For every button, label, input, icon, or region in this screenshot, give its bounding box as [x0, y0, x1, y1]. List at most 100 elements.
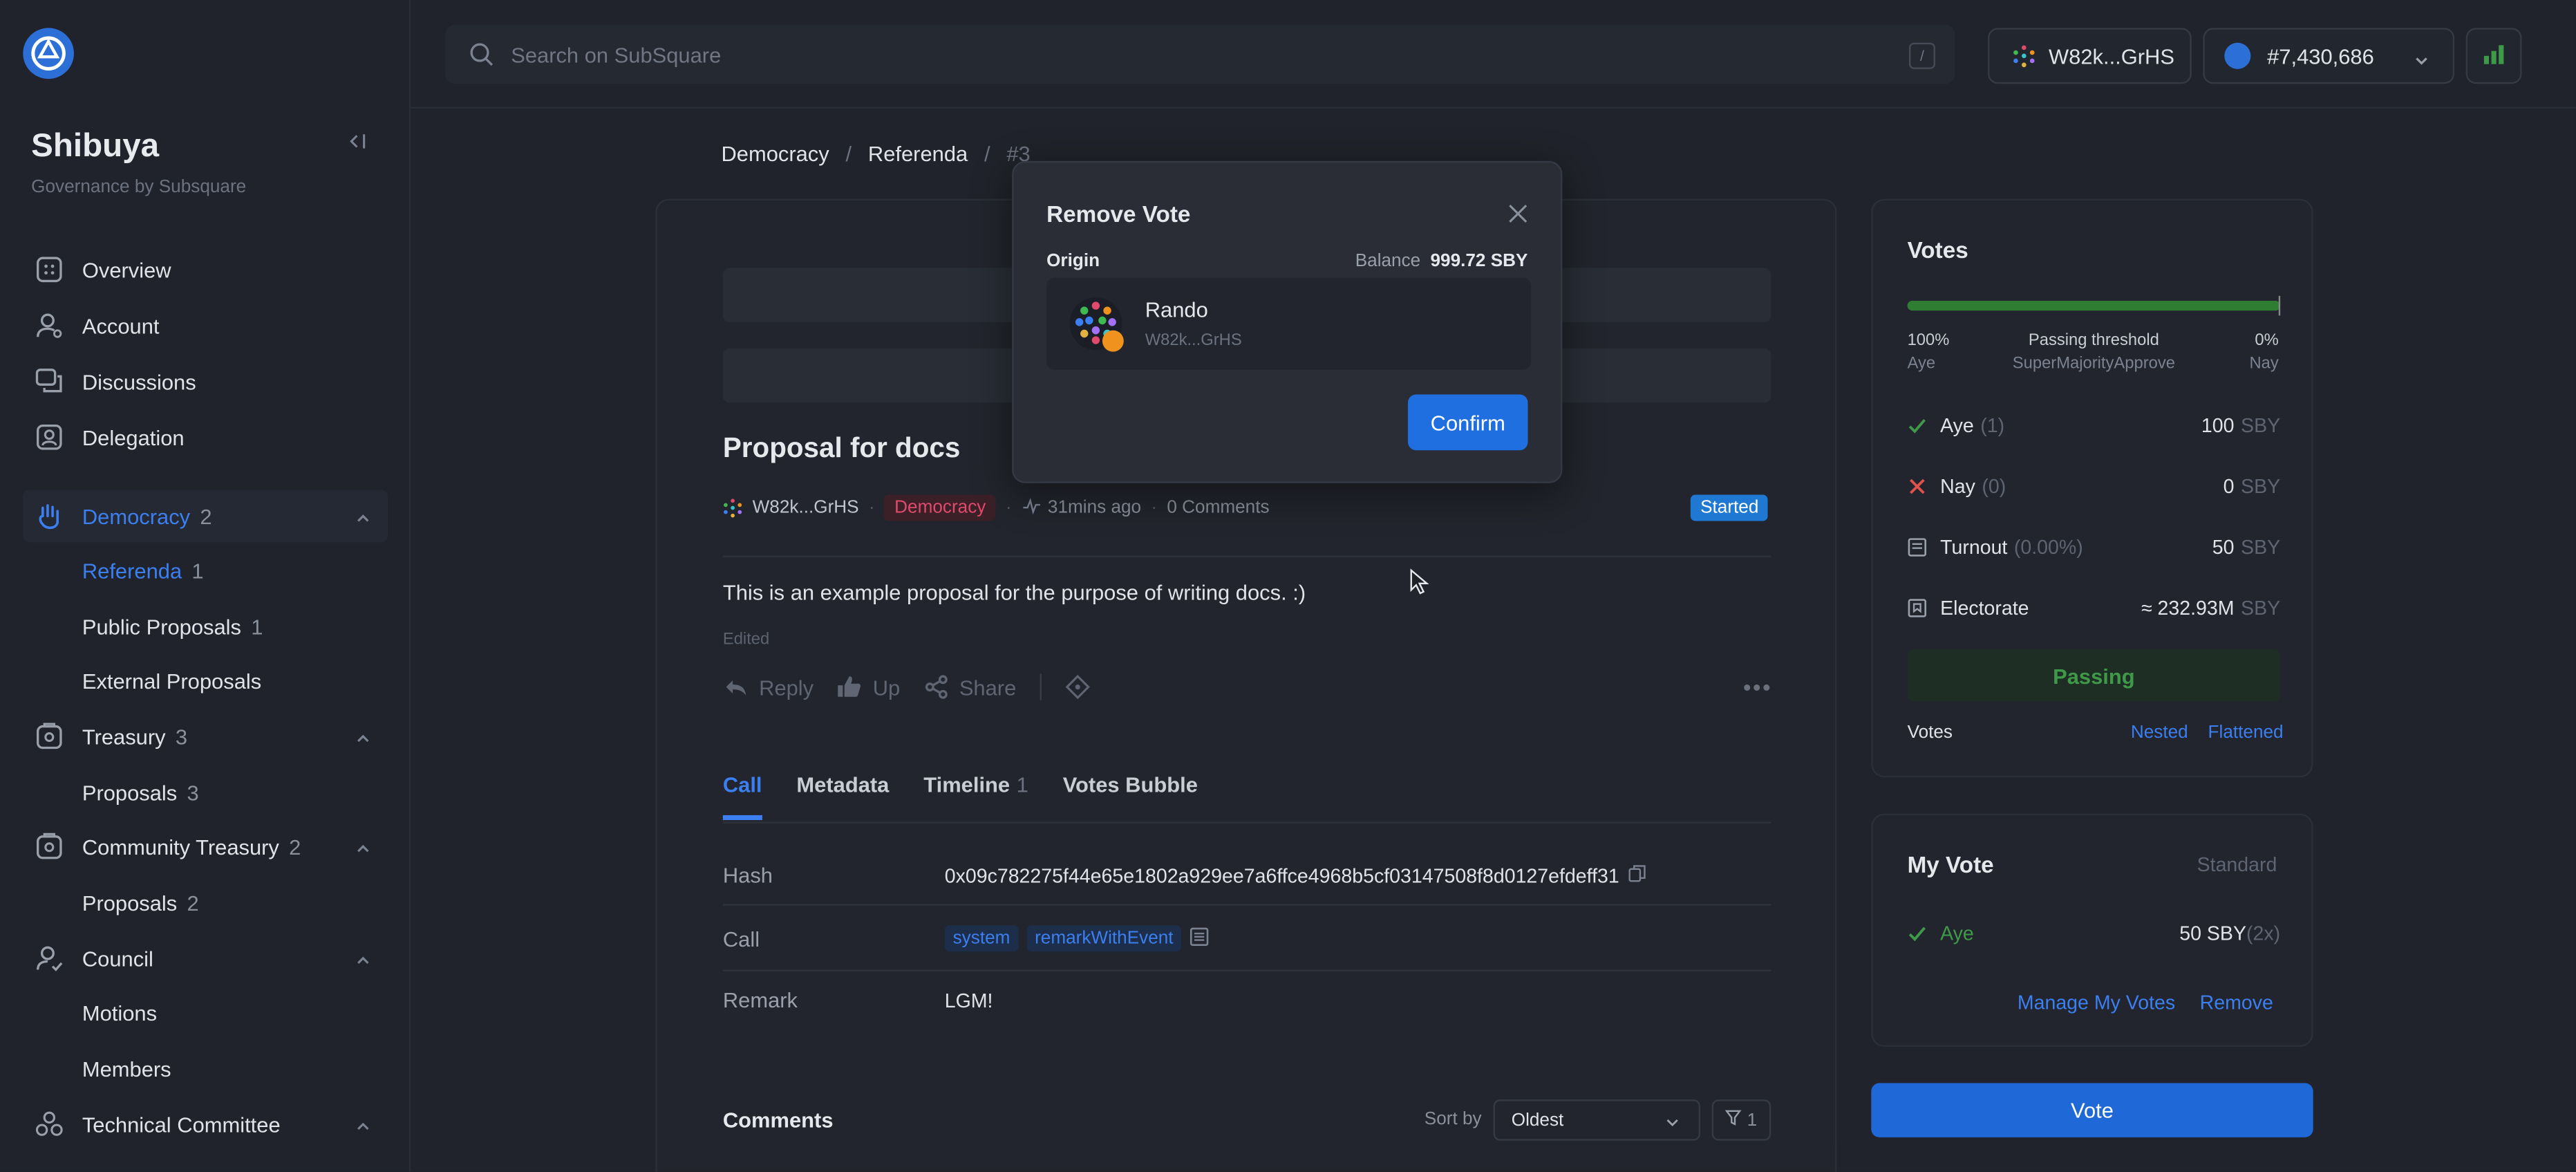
nav-count: 3: [175, 724, 188, 749]
passing-status: Passing: [1907, 649, 2281, 702]
account-button[interactable]: W82k...GrHS: [1988, 28, 2192, 84]
row-value: 100: [2201, 413, 2235, 438]
democracy-hand-icon: [33, 500, 66, 533]
nav-label: Technical Committee: [82, 1111, 281, 1137]
flattened-votes-link[interactable]: Flattened: [2208, 723, 2284, 743]
tab-call[interactable]: Call: [722, 772, 762, 821]
nay-row: Nay (0) 0 SBY: [1908, 470, 2280, 503]
nav-overview[interactable]: Overview: [23, 243, 388, 296]
electorate-icon: [1908, 598, 1928, 618]
aye-percent: 100%: [1907, 332, 1950, 351]
filter-icon: [1725, 1109, 1742, 1131]
nav-label: Discussions: [82, 369, 196, 394]
nav-count: 2: [289, 834, 301, 859]
breadcrumb-referenda[interactable]: Referenda: [868, 141, 968, 166]
nav-label: Proposals: [82, 779, 178, 805]
close-icon[interactable]: [1508, 202, 1528, 223]
nav-count: 2: [187, 890, 199, 915]
nav-label: Members: [82, 1056, 171, 1081]
discussions-icon: [33, 365, 66, 398]
origin-account[interactable]: Rando W82k...GrHS: [1046, 277, 1532, 370]
manage-my-votes-link[interactable]: Manage My Votes: [2018, 991, 2175, 1014]
sort-by-label: Sort by: [1424, 1109, 1482, 1129]
upvote-label: Up: [872, 674, 901, 700]
nay-percent-stat: 0% Nay: [2249, 331, 2278, 377]
node-signal-button[interactable]: [2465, 28, 2522, 84]
nav-discussions[interactable]: Discussions: [23, 355, 388, 407]
activity-icon: [1022, 496, 1042, 521]
nav-motions[interactable]: Motions: [82, 996, 157, 1029]
upvote-button[interactable]: Up: [836, 674, 900, 700]
nav-count: 3: [187, 779, 199, 805]
treasury-icon: [33, 720, 66, 753]
nav-treasury[interactable]: Treasury 3: [23, 710, 388, 763]
status-badge: Started: [1690, 494, 1769, 521]
modal-title: Remove Vote: [1046, 200, 1191, 227]
tab-timeline[interactable]: Timeline 1: [923, 772, 1028, 797]
nav-label: Delegation: [82, 425, 185, 450]
chevron-up-icon[interactable]: [355, 727, 371, 743]
votes-footer-label: Votes: [1907, 723, 1953, 743]
post-actions: Reply Up Share: [723, 673, 1090, 700]
copy-icon[interactable]: [1628, 864, 1646, 887]
remove-vote-link[interactable]: Remove: [2200, 991, 2273, 1014]
my-vote-conviction: (2x): [2246, 922, 2281, 945]
chevron-up-icon[interactable]: [355, 1115, 371, 1131]
post-body: This is an example proposal for the purp…: [722, 580, 1306, 605]
reply-button[interactable]: Reply: [723, 674, 814, 700]
chevron-up-icon[interactable]: [355, 948, 371, 965]
tab-label: Metadata: [796, 772, 890, 797]
nav-treasury-proposals[interactable]: Proposals 3: [82, 776, 199, 809]
account-avatar-icon: [2013, 44, 2036, 68]
nav-account[interactable]: Account: [23, 299, 388, 352]
breadcrumb-democracy[interactable]: Democracy: [721, 141, 829, 166]
tab-votes-bubble[interactable]: Votes Bubble: [1063, 772, 1198, 797]
chevron-up-icon[interactable]: [355, 837, 371, 853]
nav-democracy[interactable]: Democracy 2: [23, 490, 388, 543]
nav-members[interactable]: Members: [82, 1052, 171, 1085]
emoji-button[interactable]: [1064, 674, 1090, 700]
nav-council[interactable]: Council: [23, 932, 388, 985]
share-button[interactable]: Share: [923, 674, 1016, 700]
row-count: (1): [1980, 413, 2005, 438]
emoji-react-icon: [1064, 674, 1089, 700]
my-vote-direction: Aye: [1940, 922, 1974, 945]
search-box[interactable]: Search on SubSquare /: [445, 24, 1955, 84]
nav-referenda[interactable]: Referenda 1: [82, 554, 204, 587]
divider: [722, 555, 1771, 557]
confirm-button[interactable]: Confirm: [1408, 394, 1528, 451]
overview-icon: [33, 253, 66, 286]
my-vote-row: Aye 50 SBY (2x): [1908, 917, 2281, 950]
nav-community-treasury[interactable]: Community Treasury 2: [23, 820, 388, 873]
call-method-pill: remarkWithEvent: [1026, 925, 1182, 952]
subsquare-logo-icon[interactable]: [23, 28, 74, 80]
nav-technical-committee[interactable]: Technical Committee: [23, 1098, 388, 1151]
nav-public-proposals[interactable]: Public Proposals 1: [82, 610, 263, 643]
more-options-icon[interactable]: •••: [1743, 674, 1772, 700]
chevron-down-icon: [2414, 49, 2430, 66]
nav-community-proposals[interactable]: Proposals 2: [82, 886, 199, 919]
sort-select[interactable]: Oldest: [1493, 1099, 1701, 1141]
divider: [722, 821, 1771, 824]
nav-external-proposals[interactable]: External Proposals: [82, 664, 261, 697]
threshold-label: Passing threshold: [2028, 332, 2159, 351]
nested-votes-link[interactable]: Nested: [2131, 723, 2188, 743]
vote-button[interactable]: Vote: [1871, 1083, 2313, 1137]
row-value: 0: [2223, 474, 2235, 499]
filter-button[interactable]: 1: [1711, 1099, 1771, 1141]
threshold-mark: [2278, 295, 2281, 316]
category-tag[interactable]: Democracy: [884, 494, 996, 521]
search-input[interactable]: Search on SubSquare: [511, 42, 721, 67]
sort-value: Oldest: [1511, 1110, 1564, 1131]
post-time: 31mins ago: [1047, 498, 1142, 518]
network-block-selector[interactable]: #7,430,686: [2203, 28, 2455, 84]
nav-delegation[interactable]: Delegation: [23, 411, 388, 463]
nav-label: Account: [82, 313, 160, 338]
tab-metadata[interactable]: Metadata: [796, 772, 889, 797]
edited-label: Edited: [722, 631, 770, 649]
call-details-icon[interactable]: [1190, 926, 1210, 951]
account-icon: [33, 309, 66, 342]
chevron-up-icon[interactable]: [355, 506, 371, 523]
post-author[interactable]: W82k...GrHS: [753, 498, 859, 518]
collapse-sidebar-icon[interactable]: [348, 131, 375, 154]
